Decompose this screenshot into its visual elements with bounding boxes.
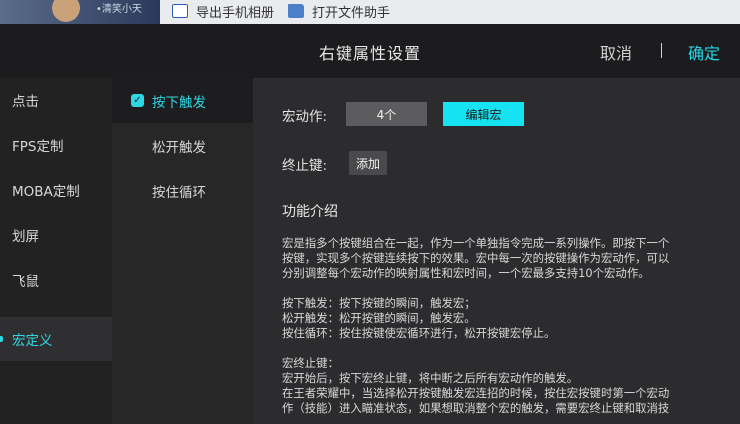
- background-user-name: •清笑小天: [96, 4, 142, 15]
- header-divider: [661, 43, 662, 58]
- background-window-strip: •清笑小天 导出手机相册 打开文件助手: [0, 0, 740, 24]
- edit-macro-button[interactable]: 编辑宏: [443, 102, 524, 126]
- open-file-assistant-link[interactable]: 打开文件助手: [288, 2, 391, 21]
- intro-line: 分别调整每个宏动作的映射属性和宏时间，一个宏最多支持10个宏动作。: [282, 266, 650, 280]
- cancel-button[interactable]: 取消: [600, 40, 632, 64]
- check-icon: ✓: [131, 94, 144, 107]
- intro-line: 按住循环：按住按键使宏循环进行，松开按键宏停止。: [282, 326, 556, 340]
- background-profile-area: •清笑小天: [0, 0, 160, 24]
- intro-line: 在王者荣耀中，当选择松开按键触发宏连招的时候，按住宏按键时第一个宏动: [282, 386, 670, 400]
- macro-actions-label: 宏动作:: [282, 109, 328, 125]
- intro-line: 按下触发：按下按键的瞬间，触发宏；: [282, 296, 476, 310]
- avatar: [52, 0, 80, 22]
- menu-item-fly-mouse[interactable]: 飞鼠: [0, 258, 112, 302]
- submenu-item-label: 按下触发: [152, 94, 206, 111]
- photo-icon: [172, 4, 188, 18]
- submenu-item-label: 松开触发: [152, 139, 206, 156]
- open-file-assistant-label: 打开文件助手: [312, 5, 391, 21]
- intro-line: 松开触发：松开按键的瞬间，触发宏。: [282, 311, 476, 325]
- export-photos-label: 导出手机相册: [196, 5, 275, 21]
- menu-item-macro[interactable]: 宏定义: [0, 317, 112, 361]
- submenu-item-release-trigger[interactable]: 松开触发: [112, 123, 253, 168]
- trigger-submenu: ✓ 按下触发 松开触发 按住循环: [112, 78, 253, 424]
- folder-icon: [288, 4, 304, 18]
- submenu-item-hold-loop[interactable]: 按住循环: [112, 168, 253, 213]
- intro-line: 按键，实现多个按键连续按下的效果。宏中每一次的按键操作为宏动作，可以: [282, 251, 670, 265]
- dialog-header: 右键属性设置 取消 确定: [0, 24, 740, 78]
- intro-line: 宏开始后，按下宏终止键，将中断之后所有宏动作的触发。: [282, 371, 579, 385]
- intro-paragraph-3: 宏终止键： 宏开始后，按下宏终止键，将中断之后所有宏动作的触发。 在王者荣耀中，…: [282, 356, 722, 416]
- right-key-settings-dialog: 右键属性设置 取消 确定 点击 FPS定制 MOBA定制 划屏 飞鼠 宏定义 ✓…: [0, 24, 740, 424]
- intro-paragraph-2: 按下触发：按下按键的瞬间，触发宏； 松开触发：松开按键的瞬间，触发宏。 按住循环…: [282, 296, 722, 341]
- intro-line: 宏终止键：: [282, 356, 339, 370]
- confirm-button[interactable]: 确定: [688, 40, 720, 64]
- stop-key-label: 终止键:: [282, 158, 328, 174]
- menu-item-fps[interactable]: FPS定制: [0, 123, 112, 167]
- mode-menu: 点击 FPS定制 MOBA定制 划屏 飞鼠 宏定义: [0, 78, 112, 424]
- submenu-item-label: 按住循环: [152, 184, 206, 201]
- intro-title: 功能介绍: [282, 204, 338, 220]
- submenu-item-press-trigger[interactable]: ✓ 按下触发: [112, 78, 253, 123]
- intro-paragraph-1: 宏是指多个按键组合在一起，作为一个单独指令完成一系列操作。即按下一个 按键，实现…: [282, 236, 722, 281]
- menu-item-click[interactable]: 点击: [0, 78, 112, 122]
- menu-item-swipe[interactable]: 划屏: [0, 213, 112, 257]
- macro-count-badge: 4个: [346, 102, 427, 126]
- menu-item-moba[interactable]: MOBA定制: [0, 168, 112, 212]
- intro-line: 作（技能）进入瞄准状态，如果想取消整个宏的触发，需要宏终止键和取消技: [282, 401, 670, 415]
- macro-settings-panel: 宏动作: 4个 编辑宏 终止键: 添加 功能介绍 宏是指多个按键组合在一起，作为…: [253, 78, 740, 424]
- export-photos-link[interactable]: 导出手机相册: [172, 2, 275, 21]
- intro-line: 宏是指多个按键组合在一起，作为一个单独指令完成一系列操作。即按下一个: [282, 236, 670, 250]
- add-stop-key-button[interactable]: 添加: [349, 151, 387, 175]
- intro-description: 宏是指多个按键组合在一起，作为一个单独指令完成一系列操作。即按下一个 按键，实现…: [282, 236, 722, 424]
